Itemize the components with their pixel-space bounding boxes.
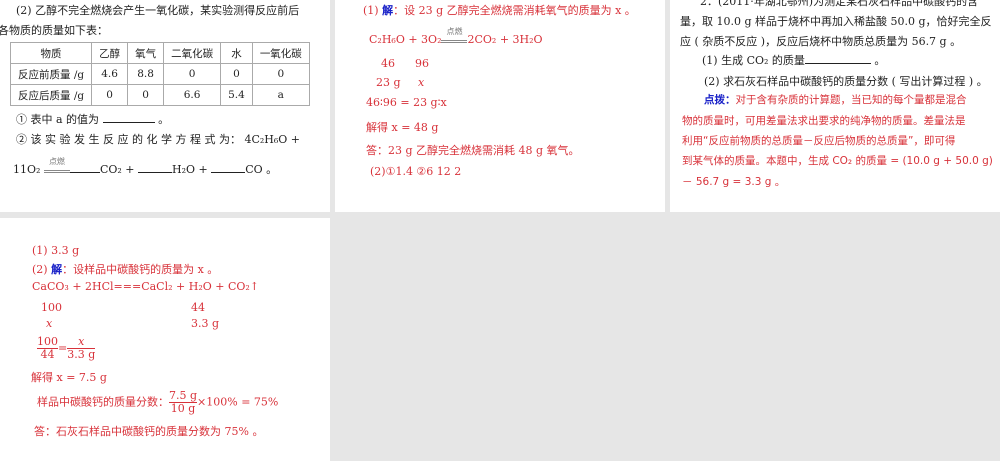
slide-panel-3: 2．(2011·年湖北鄂州)为测定某石灰石样品中碳酸钙的含 量，取 10.0 g… xyxy=(670,0,1000,212)
table-cell: 0 xyxy=(91,84,129,106)
slide-panel-2: (1) 解：设 23 g 乙醇完全燃烧需消耗氧气的质量为 x 。 C₂H₆O +… xyxy=(335,0,665,212)
table-cell: 6.6 xyxy=(163,84,222,106)
question-intro: (2) 乙醇不完全燃烧会产生一氧化碳，某实验测得反应前后 xyxy=(16,4,300,17)
table-header-row: 物质 乙醇 氧气 二氧化碳水一氧化碳 xyxy=(9,42,310,64)
equation-line: 11O₂ 点燃 CO₂ + H₂O + CO 。 xyxy=(13,157,278,177)
solution-text: ：设样品中碳酸钙的质量为 x 。 xyxy=(62,263,219,276)
proportion: 100 44 = x 3.3 g xyxy=(37,336,96,361)
denominator: 44 xyxy=(40,348,55,361)
table-cell: 4.6 xyxy=(91,63,129,85)
table-cell: 反应后质量 /g xyxy=(9,84,93,106)
answer-blank xyxy=(211,162,246,173)
solve-result: 解得 x = 48 g xyxy=(366,121,439,134)
table-row: 反应前质量 /g 4.6 8.8 0 0 0 xyxy=(9,63,310,85)
hint-line: 点拨：对于含有杂质的计算题，当已知的每个量都是混合 xyxy=(704,92,967,107)
ratio-value: 96 xyxy=(415,57,429,70)
table-header: 一氧化碳 xyxy=(251,42,310,64)
hint-line: 到某气体的质量。本题中，生成 CO₂ 的质量 = (10.0 g + 50.0 … xyxy=(682,155,993,167)
question-2: ② 该 实 验 发 生 反 应 的 化 学 方 程 式 为： 4C₂H₆O + xyxy=(16,133,301,146)
condition-label: 点燃 xyxy=(446,27,463,36)
solution-intro: (2) 解：设样品中碳酸钙的质量为 x 。 xyxy=(32,261,218,277)
percentage-result: ×100% = 75% xyxy=(197,395,279,409)
table-cell: 5.4 xyxy=(220,84,253,106)
answer-part-2: (2)①1.4 ②6 12 2 xyxy=(370,165,462,178)
ratio-value: x xyxy=(46,317,53,330)
period: 。 xyxy=(874,54,886,67)
table-cell: 0 xyxy=(251,63,310,85)
table-cell: 0 xyxy=(163,63,222,85)
condition-arrow: 点燃 xyxy=(43,157,70,173)
solution-intro: (1) 解：设 23 g 乙醇完全燃烧需消耗氧气的质量为 x 。 xyxy=(363,2,636,18)
hint-line: 利用“反应前物质的总质量－反应后物质的总质量”，即可得 xyxy=(682,135,956,147)
table-row: 反应后质量 /g 0 0 6.6 5.4 a xyxy=(9,84,310,106)
denominator: 10 g xyxy=(170,402,196,415)
answer-part-1: (1) 3.3 g xyxy=(32,244,80,257)
condition-arrow: 点燃 xyxy=(441,27,468,43)
fraction: 100 44 xyxy=(37,336,58,361)
proportion: 46∶96 = 23 g∶x xyxy=(366,96,447,109)
answer: 答：23 g 乙醇完全燃烧需消耗 48 g 氧气。 xyxy=(366,144,580,157)
ratio-value: 23 g xyxy=(376,76,401,89)
period: 。 xyxy=(158,113,170,126)
question-1: (1) 生成 CO₂ 的质量 。 xyxy=(702,52,885,68)
ratio-value: 100 xyxy=(41,301,62,314)
ratio-value: 44 xyxy=(191,301,205,314)
equation: CaCO₃ + 2HCl===CaCl₂ + H₂O + CO₂↑ xyxy=(32,280,260,293)
table-cell: 0 xyxy=(127,84,165,106)
ratio-value: x xyxy=(418,76,425,89)
eq-h2o: H₂O + xyxy=(172,163,208,176)
question-intro-2: 各物质的质量如下表： xyxy=(0,24,108,37)
eq-co: CO 。 xyxy=(245,163,278,176)
question-line: 应 ( 杂质不反应 )，反应后烧杯中物质总质量为 56.7 g 。 xyxy=(680,35,962,48)
solve-label: 解 xyxy=(51,263,63,276)
eq-right: 2CO₂ + 3H₂O xyxy=(467,33,543,46)
hint-line: － 56.7 g = 3.3 g 。 xyxy=(682,176,786,188)
answer-blank xyxy=(138,162,172,173)
question-1-text: ① 表中 a 的值为 xyxy=(16,113,100,126)
eq-start: 11O₂ xyxy=(13,163,41,176)
hint-text: 对于含有杂质的计算题，当已知的每个量都是混合 xyxy=(735,94,967,106)
table-cell: 反应前质量 /g xyxy=(9,63,93,85)
label: (2) xyxy=(32,263,52,276)
table-header: 乙醇 xyxy=(91,42,129,64)
label: (1) xyxy=(363,4,383,17)
answer: 答：石灰石样品中碳酸钙的质量分数为 75% 。 xyxy=(34,425,264,438)
slide-panel-1: (2) 乙醇不完全燃烧会产生一氧化碳，某实验测得反应前后 各物质的质量如下表： … xyxy=(0,0,330,212)
question-line: 2．(2011·年湖北鄂州)为测定某石灰石样品中碳酸钙的含 xyxy=(700,0,979,8)
slide-panel-4: (1) 3.3 g (2) 解：设样品中碳酸钙的质量为 x 。 CaCO₃ + … xyxy=(0,218,330,461)
eq-co2: CO₂ + xyxy=(99,163,135,176)
fraction: 7.5 g 10 g xyxy=(169,390,198,415)
answer-blank xyxy=(102,112,155,123)
ratio-value: 3.3 g xyxy=(191,317,220,330)
ratio-value: 46 xyxy=(381,57,395,70)
fraction: x 3.3 g xyxy=(67,336,96,361)
eq-left: C₂H₆O + 3O₂ xyxy=(369,33,442,46)
equation: C₂H₆O + 3O₂ 点燃 2CO₂ + 3H₂O xyxy=(369,27,543,46)
answer-blank xyxy=(69,162,100,173)
solve-label: 解 xyxy=(382,4,394,17)
percentage-label: 样品中碳酸钙的质量分数： xyxy=(37,395,169,409)
table-cell: 0 xyxy=(220,63,253,85)
solution-text: ：设 23 g 乙醇完全燃烧需消耗氧气的质量为 x 。 xyxy=(393,4,636,17)
question-1-text: (1) 生成 CO₂ 的质量 xyxy=(702,54,805,67)
table-header: 氧气 xyxy=(127,42,165,64)
hint-line: 物的质量时，可用差量法求出要求的纯净物的质量。差量法是 xyxy=(682,115,966,127)
percentage-line: 样品中碳酸钙的质量分数： 7.5 g 10 g ×100% = 75% xyxy=(37,390,278,415)
mass-table: 物质 乙醇 氧气 二氧化碳水一氧化碳 反应前质量 /g 4.6 8.8 0 0 0 反应后质量 … xyxy=(9,42,310,106)
hint-label: 点拨： xyxy=(704,94,736,106)
table-header: 水 xyxy=(220,42,253,64)
question-1: ① 表中 a 的值为 。 xyxy=(16,111,169,127)
table-cell: 8.8 xyxy=(127,63,165,85)
solve-result: 解得 x = 7.5 g xyxy=(31,371,107,384)
table-header: 物质 xyxy=(9,42,93,64)
question-2: (2) 求石灰石样品中碳酸钙的质量分数 ( 写出计算过程 ) 。 xyxy=(704,75,988,88)
condition-label: 点燃 xyxy=(48,157,65,166)
question-line: 量，取 10.0 g 样品于烧杯中再加入稀盐酸 50.0 g，恰好完全反 xyxy=(680,15,992,28)
table-header: 二氧化碳 xyxy=(163,42,222,64)
table-cell: a xyxy=(251,84,310,106)
equals: = xyxy=(58,341,68,355)
denominator: 3.3 g xyxy=(67,348,96,361)
answer-blank xyxy=(804,53,871,64)
